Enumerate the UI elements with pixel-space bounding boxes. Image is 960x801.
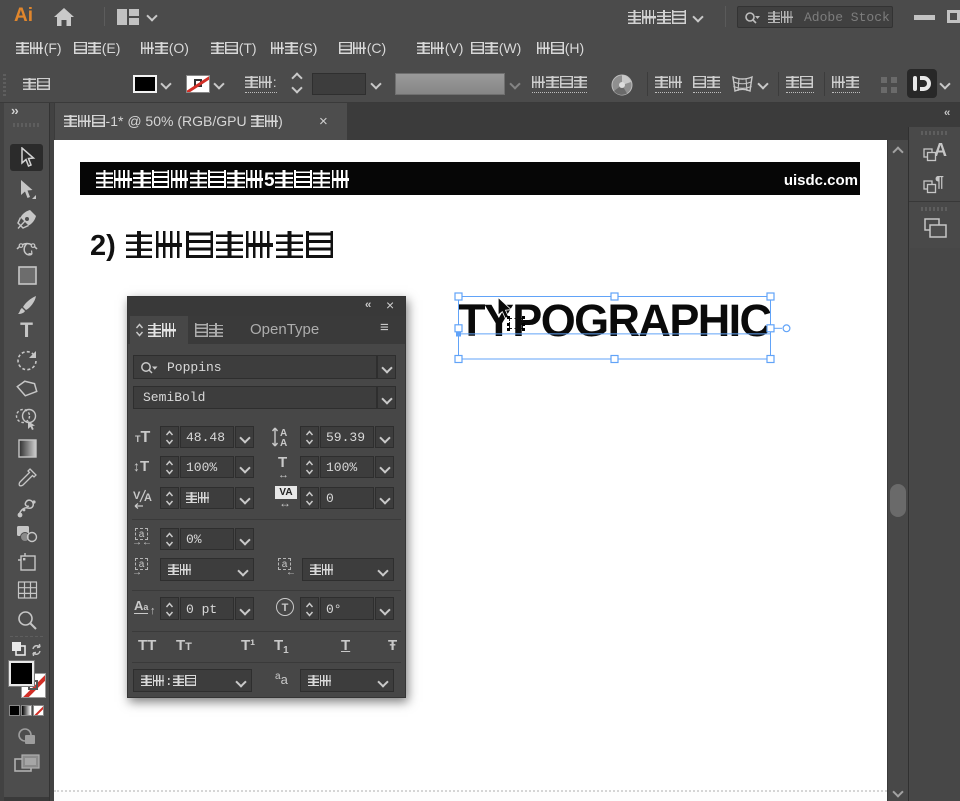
svg-text:V: V bbox=[133, 490, 141, 502]
svg-text:¶: ¶ bbox=[935, 174, 944, 191]
svg-text:A: A bbox=[280, 438, 287, 448]
svg-text:A: A bbox=[144, 492, 152, 504]
